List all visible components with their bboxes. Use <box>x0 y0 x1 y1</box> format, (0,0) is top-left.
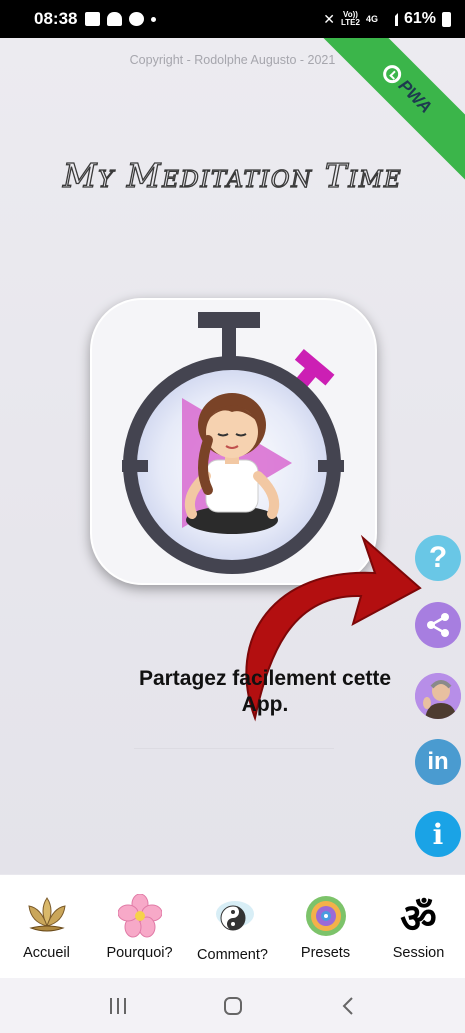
main-content: Copyright - Rodolphe Augusto - 2021 PWA … <box>0 38 465 874</box>
linkedin-icon: in <box>427 748 449 775</box>
nav-presets[interactable]: Presets <box>281 893 371 961</box>
notification-icons <box>85 12 157 26</box>
nav-label-presets: Presets <box>300 945 351 961</box>
network-label: Vo)) LTE2 <box>341 11 360 27</box>
divider <box>134 748 334 749</box>
home-icon <box>223 996 242 1015</box>
mandala-icon <box>303 893 349 939</box>
nav-label-pourquoi: Pourquoi? <box>106 945 173 961</box>
nav-label-accueil: Accueil <box>23 945 70 961</box>
nav-pourquoi[interactable]: Pourquoi? <box>95 893 185 961</box>
avatar-icon <box>415 673 461 719</box>
recent-apps-icon <box>109 997 126 1014</box>
app-title: My Meditation Time <box>62 155 403 195</box>
back-button[interactable] <box>328 991 368 1021</box>
dot-icon <box>151 16 157 22</box>
nav-label-session: Session <box>392 945 445 961</box>
facebook-icon <box>129 12 145 26</box>
help-button[interactable]: ? <box>415 535 461 581</box>
signal-icon <box>384 12 398 26</box>
linkedin-button[interactable]: in <box>415 739 461 785</box>
home-button[interactable] <box>213 991 253 1021</box>
mute-icon: ✕ <box>323 10 335 27</box>
share-message: Partagez facilement cette App. <box>138 667 392 716</box>
status-right: ✕ Vo)) LTE2 4G 61% <box>323 10 451 28</box>
nav-session[interactable]: ॐ Session <box>374 893 464 962</box>
bottom-navigation: Accueil Pourquoi? Comment? Presets ॐ Ses… <box>0 875 465 978</box>
nav-comment[interactable]: Comment? <box>188 893 278 963</box>
network-lte: LTE2 <box>340 18 360 27</box>
system-navigation <box>0 978 465 1033</box>
nav-accueil[interactable]: Accueil <box>2 893 92 961</box>
share-icon <box>427 613 449 637</box>
battery-icon <box>442 11 451 27</box>
status-time: 08:38 <box>34 9 78 28</box>
network-gen: 4G <box>365 14 378 24</box>
info-icon: i <box>432 817 444 851</box>
yin-yang-icon <box>210 893 256 939</box>
om-icon: ॐ <box>400 895 437 942</box>
pwa-label: PWA <box>394 76 436 117</box>
flower-icon <box>117 893 163 939</box>
lotus-icon <box>24 893 70 939</box>
author-button[interactable] <box>415 673 461 719</box>
gallery-icon <box>85 12 101 26</box>
battery-level: 61% <box>403 10 436 27</box>
recent-apps-button[interactable] <box>98 991 138 1021</box>
bell-icon <box>107 12 123 26</box>
question-icon: ? <box>428 541 448 574</box>
status-bar: 08:38 ✕ Vo)) LTE2 4G 61% <box>0 0 465 38</box>
info-button[interactable]: i <box>415 811 461 857</box>
share-button[interactable] <box>415 602 461 648</box>
nav-label-comment: Comment? <box>197 947 268 963</box>
back-icon <box>342 996 353 1015</box>
